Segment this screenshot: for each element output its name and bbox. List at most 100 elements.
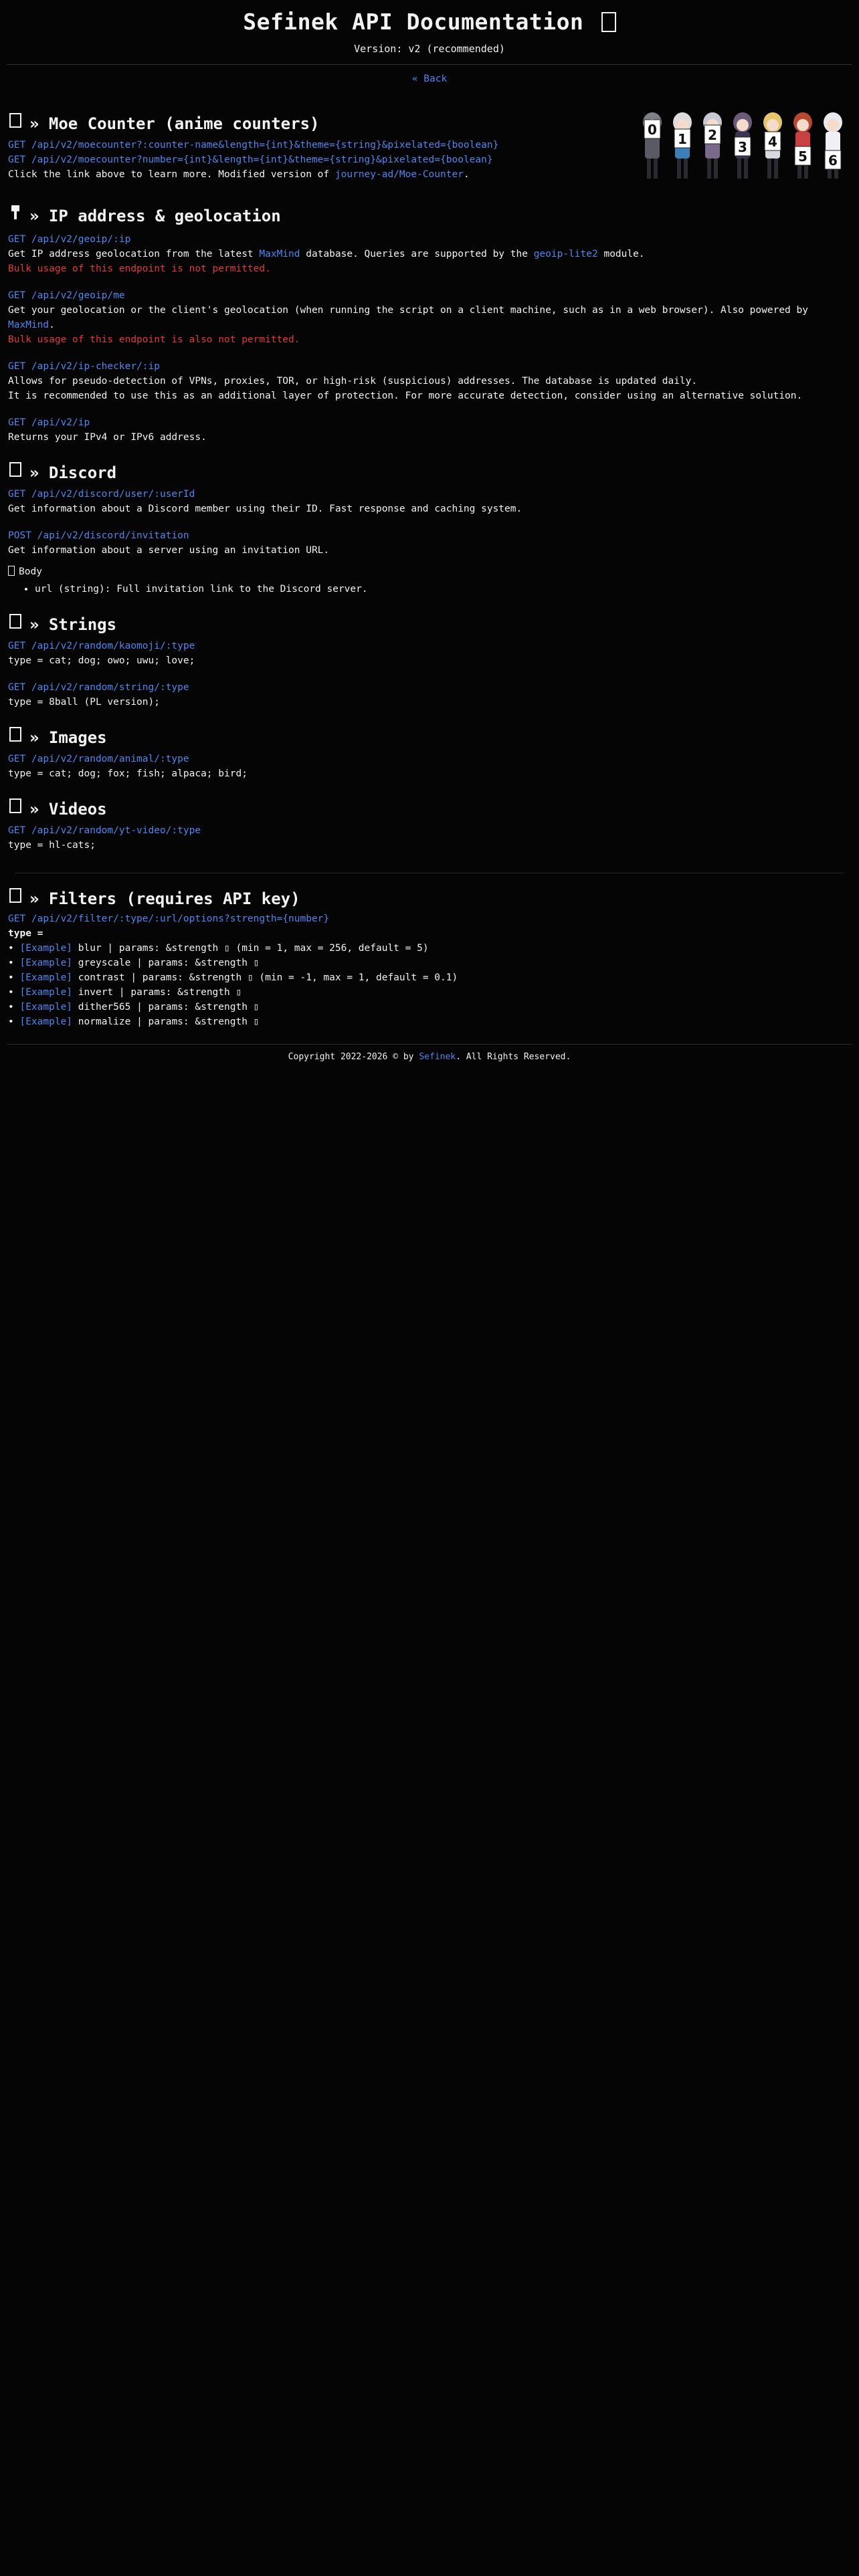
geoip-me-desc-2: . (49, 320, 55, 330)
yt-video-endpoint[interactable]: GET /api/v2/random/yt-video/:type (8, 823, 851, 838)
filter-endpoint[interactable]: GET /api/v2/filter/:type/:url/options?st… (8, 911, 851, 926)
section-heading-discord: » Discord (8, 462, 851, 483)
section-heading-discord-text: » Discord (29, 463, 117, 482)
geoip-me-block: GET /api/v2/geoip/me Get your geolocatio… (8, 288, 851, 347)
maxmind-link[interactable]: MaxMind (259, 249, 300, 259)
video-icon (8, 798, 23, 819)
section-moe-counter: 0123456 » Moe Counter (anime counters) G… (8, 112, 851, 182)
yt-video-block: GET /api/v2/random/yt-video/:type type =… (8, 823, 851, 853)
geoip-block: GET /api/v2/geoip/:ip Get IP address geo… (8, 232, 851, 276)
geoip-me-desc-1: Get your geolocation or the client's geo… (8, 305, 808, 316)
geoip-lite2-link[interactable]: geoip-lite2 (534, 249, 598, 259)
geoip-warning: Bulk usage of this endpoint is not permi… (8, 263, 271, 274)
section-heading-videos-text: » Videos (29, 799, 107, 819)
yt-video-types: type = hl-cats; (8, 840, 96, 851)
section-strings: » Strings GET /api/v2/random/kaomoji/:ty… (8, 614, 851, 710)
section-filters: » Filters (requires API key) GET /api/v2… (8, 888, 851, 1029)
section-heading-ip-text: » IP address & geolocation (29, 206, 281, 225)
page-header: Sefinek API Documentation Version: v2 (r… (0, 0, 859, 56)
footer-divider (7, 1044, 852, 1045)
filter-type-label: type = (8, 928, 43, 939)
filter-item-text: normalize | params: &strength ▯ (72, 1016, 260, 1027)
footer-copyright: Copyright 2022-2026 © by (288, 1052, 419, 1062)
section-heading-videos: » Videos (8, 798, 851, 819)
back-link[interactable]: « Back (412, 74, 447, 84)
moe-counter-digit: 0 (648, 122, 657, 138)
filter-item-text: invert | params: &strength ▯ (72, 987, 242, 998)
filter-example-link-normalize[interactable]: [Example] (19, 1016, 72, 1027)
section-heading-images-text: » Images (29, 728, 107, 747)
geoip-me-description: Get your geolocation or the client's geo… (8, 303, 851, 332)
pin-icon (8, 205, 23, 227)
back-link-wrap: « Back (0, 72, 859, 86)
discord-invitation-desc: Get information about a server using an … (8, 545, 330, 556)
moe-counter-figure-2: 2 (703, 112, 722, 179)
body-icon (8, 566, 15, 576)
filter-item-text: greyscale | params: &strength ▯ (72, 958, 260, 968)
moe-counter-figure-6: 6 (824, 112, 842, 179)
section-heading-filters-text: » Filters (requires API key) (29, 889, 300, 908)
geoip-description: Get IP address geolocation from the late… (8, 247, 851, 261)
kaomoji-types: type = cat; dog; owo; uwu; love; (8, 655, 195, 666)
filter-item: • [Example] normalize | params: &strengt… (8, 1016, 260, 1027)
geoip-endpoint[interactable]: GET /api/v2/geoip/:ip (8, 232, 851, 247)
number-counter-icon (8, 113, 23, 134)
moe-counter-image: 0 1 2 3 4 5 6 (643, 112, 842, 179)
footer-sefinek-link[interactable]: Sefinek (419, 1052, 456, 1062)
random-string-endpoint[interactable]: GET /api/v2/random/string/:type (8, 680, 851, 695)
filter-icon (8, 888, 23, 909)
filter-item-text: blur | params: &strength ▯ (min = 1, max… (72, 943, 429, 954)
page: Sefinek API Documentation Version: v2 (r… (0, 0, 859, 2576)
moe-counter-repo-link[interactable]: journey-ad/Moe-Counter (335, 169, 464, 180)
moe-counter-digit: 6 (828, 152, 838, 169)
geoip-desc-3: module. (597, 249, 645, 259)
ip-checker-block: GET /api/v2/ip-checker/:ip Allows for ps… (8, 359, 851, 403)
filter-example-link-invert[interactable]: [Example] (19, 987, 72, 998)
moe-counter-figure-0: 0 (643, 112, 662, 179)
text-icon (8, 614, 23, 635)
section-heading-filters: » Filters (requires API key) (8, 888, 851, 909)
moe-counter-figure-1: 1 (673, 112, 692, 179)
section-heading-moe-text: » Moe Counter (anime counters) (29, 114, 320, 133)
moe-counter-digit: 2 (708, 127, 717, 143)
discord-body-label-row: Body (8, 564, 851, 579)
moe-desc-text: Click the link above to learn more. Modi… (8, 169, 335, 180)
filter-example-link-greyscale[interactable]: [Example] (19, 958, 72, 968)
section-heading-strings: » Strings (8, 614, 851, 635)
moe-counter-figure-4: 4 (763, 112, 782, 179)
discord-user-endpoint[interactable]: GET /api/v2/discord/user/:userId (8, 487, 851, 502)
ip-checker-desc-1: Allows for pseudo-detection of VPNs, pro… (8, 376, 698, 387)
section-ip: » IP address & geolocation GET /api/v2/g… (8, 205, 851, 445)
geoip-me-warning: Bulk usage of this endpoint is also not … (8, 334, 300, 345)
ip-own-block: GET /api/v2/ip Returns your IPv4 or IPv6… (8, 415, 851, 445)
kaomoji-block: GET /api/v2/random/kaomoji/:type type = … (8, 639, 851, 668)
footer-rights: . All Rights Reserved. (456, 1052, 571, 1062)
page-title: Sefinek API Documentation (0, 7, 859, 37)
kaomoji-endpoint[interactable]: GET /api/v2/random/kaomoji/:type (8, 639, 851, 653)
discord-invitation-endpoint[interactable]: POST /api/v2/discord/invitation (8, 528, 851, 543)
header-divider (7, 64, 852, 65)
maxmind-link-2[interactable]: MaxMind (8, 320, 49, 330)
discord-user-desc: Get information about a Discord member u… (8, 504, 522, 514)
discord-body-item: url (string): Full invitation link to th… (35, 582, 851, 597)
filter-item-text: dither565 | params: &strength ▯ (72, 1002, 260, 1012)
filter-example-link-contrast[interactable]: [Example] (19, 972, 72, 983)
discord-user-block: GET /api/v2/discord/user/:userId Get inf… (8, 487, 851, 516)
filter-example-link-blur[interactable]: [Example] (19, 943, 72, 954)
moe-counter-digit: 3 (738, 139, 747, 155)
animal-endpoint[interactable]: GET /api/v2/random/animal/:type (8, 752, 851, 766)
ip-own-endpoint[interactable]: GET /api/v2/ip (8, 415, 851, 430)
moe-counter-figure-3: 3 (733, 112, 752, 179)
discord-body-list: url (string): Full invitation link to th… (8, 582, 851, 597)
filter-item: • [Example] contrast | params: &strength… (8, 972, 458, 983)
geoip-me-endpoint[interactable]: GET /api/v2/geoip/me (8, 288, 851, 303)
filter-example-link-dither565[interactable]: [Example] (19, 1002, 72, 1012)
filter-item: • [Example] invert | params: &strength ▯ (8, 987, 242, 998)
filter-item: • [Example] greyscale | params: &strengt… (8, 958, 260, 968)
ip-checker-endpoint[interactable]: GET /api/v2/ip-checker/:ip (8, 359, 851, 374)
page-footer: Copyright 2022-2026 © by Sefinek. All Ri… (0, 1050, 859, 1065)
discord-body-label: Body (19, 566, 42, 577)
geoip-desc-1: Get IP address geolocation from the late… (8, 249, 260, 259)
version-label: Version: v2 (recommended) (354, 43, 505, 55)
section-heading-ip: » IP address & geolocation (8, 205, 851, 227)
